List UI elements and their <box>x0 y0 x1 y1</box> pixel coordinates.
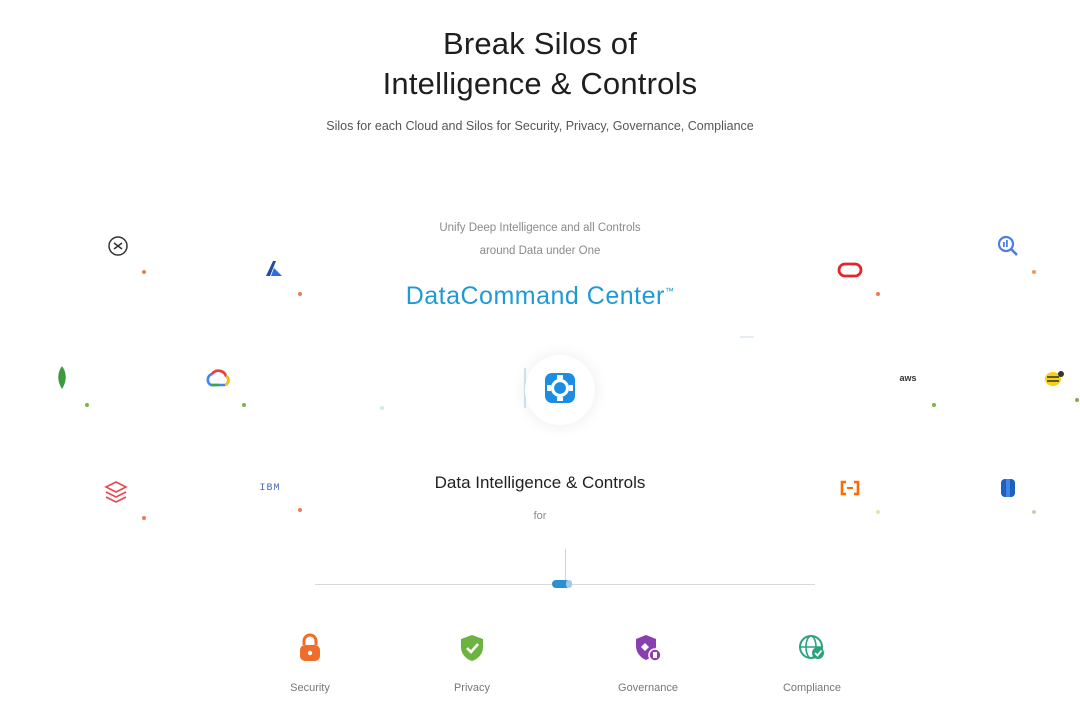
decor-dot <box>142 270 146 274</box>
decor-dot <box>1032 510 1036 514</box>
decor-dot <box>1032 270 1036 274</box>
hive-icon <box>1036 360 1072 396</box>
db2-icon <box>990 470 1026 506</box>
decor-dot <box>876 292 880 296</box>
decor-dot <box>142 516 146 520</box>
lock-icon <box>290 628 330 668</box>
control-compliance: Compliance <box>752 628 872 694</box>
alibaba-cloud-icon <box>832 470 868 506</box>
title-line-1: Break Silos of <box>442 26 638 61</box>
unify-line-2: around Data under One <box>479 245 601 257</box>
oracle-icon <box>832 252 868 288</box>
trademark: ™ <box>664 286 675 296</box>
control-privacy: Privacy <box>412 628 532 694</box>
ibm-icon: IBM <box>252 470 288 506</box>
shield-check-icon <box>452 628 492 668</box>
decor-dash <box>740 336 754 338</box>
decor-dot <box>298 508 302 512</box>
decor-dot <box>932 403 936 407</box>
control-label: Privacy <box>453 682 491 694</box>
mongodb-icon <box>44 360 80 396</box>
vertical-connector <box>565 549 566 581</box>
globe-check-icon <box>792 628 832 668</box>
google-cloud-icon <box>200 360 236 396</box>
bigquery-icon <box>990 228 1026 264</box>
decor-dot <box>876 510 880 514</box>
databricks-icon <box>98 474 134 510</box>
title-line-2: Intelligence & Controls <box>382 66 698 101</box>
aws-icon: aws <box>890 360 926 396</box>
section-heading: Data Intelligence & Controls <box>434 473 646 492</box>
control-governance: Governance <box>588 628 708 694</box>
control-label: Compliance <box>782 682 842 694</box>
snowflake-icon <box>100 228 136 264</box>
unify-line-1: Unify Deep Intelligence and all Controls <box>439 222 641 234</box>
ibm-text: IBM <box>259 482 281 494</box>
decor-dot <box>1075 398 1079 402</box>
aws-text: aws <box>899 373 917 383</box>
for-label: for <box>533 510 547 522</box>
azure-icon <box>256 250 292 286</box>
connector-node-secondary <box>566 580 572 588</box>
hub-node <box>525 355 595 425</box>
decor-dot <box>380 406 384 410</box>
governance-shield-icon <box>628 628 668 668</box>
securiti-logo-icon <box>543 371 577 410</box>
control-label: Security <box>290 682 330 694</box>
brand-text: DataCommand Center <box>405 282 665 310</box>
control-security: Security <box>250 628 370 694</box>
decor-dot <box>298 292 302 296</box>
control-label: Governance <box>618 682 678 694</box>
subtitle: Silos for each Cloud and Silos for Secur… <box>326 119 754 133</box>
brand-name: DataCommand Center™ <box>0 282 1080 311</box>
decor-dot <box>85 403 89 407</box>
decor-dot <box>242 403 246 407</box>
